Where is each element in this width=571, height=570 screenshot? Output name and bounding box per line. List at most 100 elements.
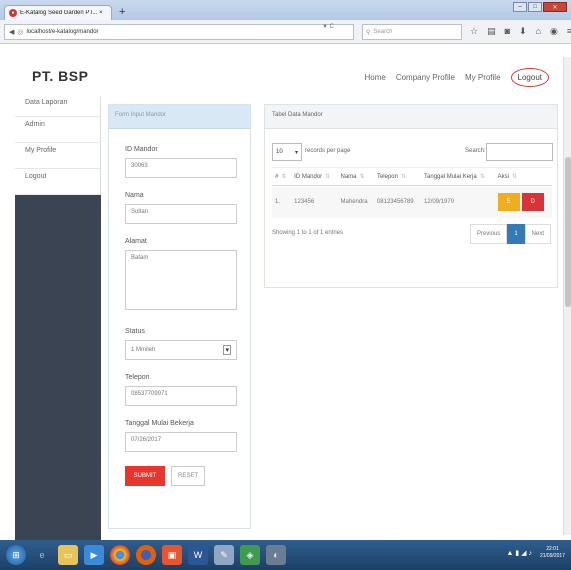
- form-panel: Form Input Mandor ID Mandor 30063 Nama S…: [108, 104, 251, 529]
- col-id-mandor[interactable]: ID Mandor ⇅: [291, 167, 338, 186]
- delete-button[interactable]: D: [521, 193, 544, 211]
- col-telepon[interactable]: Telepon ⇅: [373, 167, 422, 186]
- browser-tab-bar: ● E-Katalog Seed Garden PT... × + – □ ✕: [0, 0, 571, 20]
- page-scrollbar[interactable]: [563, 57, 571, 535]
- search-icon: ⚲: [366, 29, 371, 36]
- sidebar: Data Laporan Admin My Profile Logout: [15, 97, 101, 540]
- top-menu: Home Company Profile My Profile Logout: [364, 68, 549, 87]
- ie-icon[interactable]: e: [32, 545, 52, 565]
- word-icon[interactable]: W: [188, 545, 208, 565]
- maximize-icon[interactable]: □: [528, 2, 542, 12]
- browser-nav-bar: ◀ ◎ localhost/e-katalog/mandor ▼ C ⚲ Sea…: [0, 20, 571, 44]
- menu-logout[interactable]: Logout: [510, 68, 549, 87]
- records-per-page-select[interactable]: 10 ▾: [272, 143, 302, 161]
- clock-date: 21/09/2017: [539, 553, 565, 559]
- submit-button[interactable]: SUBMIT: [125, 466, 165, 486]
- edit-button[interactable]: E: [497, 193, 520, 211]
- pocket-icon[interactable]: ◙: [505, 26, 510, 37]
- firefox-icon[interactable]: [136, 545, 156, 565]
- table-row: 1. 123456 Mahendra 08123456789 12/09/197…: [272, 185, 552, 218]
- sort-icon: ⇅: [325, 174, 331, 180]
- scrollbar-thumb[interactable]: [565, 157, 571, 307]
- col-nama[interactable]: Nama ⇅: [337, 167, 374, 186]
- label-nama: Nama: [125, 192, 144, 199]
- input-nama[interactable]: Sultan: [125, 204, 237, 224]
- media-player-icon[interactable]: ▶: [84, 545, 104, 565]
- addon-icon[interactable]: ◉: [550, 26, 558, 37]
- clock-time: 22:01: [546, 546, 559, 552]
- pager-page-1[interactable]: 1: [507, 224, 525, 244]
- start-button-icon[interactable]: ⊞: [6, 545, 26, 565]
- table-panel: Tabel Data Mandor 10 ▾ records per page …: [264, 104, 558, 288]
- table-info: Showing 1 to 1 of 1 entries: [272, 230, 344, 236]
- chrome-icon[interactable]: [110, 545, 130, 565]
- select-status[interactable]: 1 Mmileh ▾: [125, 340, 237, 360]
- sidebar-item-data-laporan[interactable]: Data Laporan: [15, 97, 100, 117]
- chevron-down-icon: ▾: [294, 149, 298, 156]
- address-bar[interactable]: ◀ ◎ localhost/e-katalog/mandor: [4, 24, 354, 40]
- table-header-row: # ⇅ ID Mandor ⇅ Nama ⇅ Telepon ⇅ Tanggal Mul…: [272, 167, 552, 186]
- system-tray: ▲ ▮ ◢ ♪ 22:01 21/09/2017: [506, 546, 565, 560]
- input-telepon[interactable]: 08537709971: [125, 386, 237, 406]
- col-tanggal[interactable]: Tanggal Mulai Kerja ⇅: [421, 167, 495, 186]
- sort-icon: ⇅: [281, 174, 287, 180]
- pager-next[interactable]: Next: [524, 224, 551, 244]
- label-id-mandor: ID Mandor: [125, 146, 158, 153]
- sort-icon: ⇅: [479, 174, 485, 180]
- clock[interactable]: 22:01 21/09/2017: [540, 546, 565, 560]
- menu-company-profile[interactable]: Company Profile: [396, 73, 455, 82]
- sidebar-item-logout[interactable]: Logout: [15, 169, 100, 195]
- reading-list-icon[interactable]: ▤: [487, 26, 496, 37]
- cell-nama: Mahendra: [337, 185, 374, 218]
- label-tanggal-mulai: Tanggal Mulai Bekerja: [125, 420, 194, 427]
- textarea-alamat[interactable]: Batam: [125, 250, 237, 310]
- home-icon[interactable]: ⌂: [536, 26, 541, 37]
- tab-title: E-Katalog Seed Garden PT... ×: [20, 10, 103, 16]
- app-gray-icon[interactable]: ◐: [266, 545, 286, 565]
- input-id-mandor[interactable]: 30063: [125, 158, 237, 178]
- form-title: Form Input Mandor: [109, 105, 250, 129]
- col-no[interactable]: # ⇅: [272, 167, 292, 186]
- sort-icon: ⇅: [359, 174, 365, 180]
- sidebar-item-my-profile[interactable]: My Profile: [15, 143, 100, 169]
- sort-icon: ⇅: [400, 174, 406, 180]
- browser-tab[interactable]: ● E-Katalog Seed Garden PT... ×: [4, 5, 112, 20]
- explorer-icon[interactable]: ▭: [58, 545, 78, 565]
- app-green-icon[interactable]: ◈: [240, 545, 260, 565]
- table-search-label: Search:: [465, 148, 486, 154]
- table-search-input[interactable]: [486, 143, 553, 161]
- form-buttons: SUBMIT RESET: [125, 466, 234, 486]
- minimize-icon[interactable]: –: [513, 2, 527, 12]
- app-orange-icon[interactable]: ▣: [162, 545, 182, 565]
- tray-icons[interactable]: ▲ ▮ ◢ ♪: [506, 549, 532, 557]
- col-aksi[interactable]: Aksi ⇅: [494, 167, 552, 186]
- reset-button[interactable]: RESET: [171, 466, 205, 486]
- paint-icon[interactable]: ✎: [214, 545, 234, 565]
- cell-telepon: 08123456789: [373, 185, 422, 218]
- globe-icon: ◎: [17, 29, 24, 36]
- pagination: Previous 1 Next: [469, 224, 551, 244]
- label-alamat: Alamat: [125, 238, 147, 245]
- reload-icon[interactable]: ▼ C: [322, 24, 334, 30]
- records-per-page-label: records per page: [305, 148, 351, 154]
- sidebar-menu: Data Laporan Admin My Profile Logout: [15, 97, 101, 195]
- menu-home[interactable]: Home: [364, 73, 385, 82]
- sidebar-item-admin[interactable]: Admin: [15, 117, 100, 143]
- browser-search-placeholder: Search: [373, 29, 393, 35]
- back-icon[interactable]: ◀: [9, 28, 14, 36]
- input-tanggal-mulai[interactable]: 07/26/2017: [125, 432, 237, 452]
- cell-tanggal: 12/09/1970: [421, 185, 495, 218]
- download-icon[interactable]: ⬇: [519, 26, 527, 37]
- close-window-icon[interactable]: ✕: [543, 2, 567, 12]
- brand-logo[interactable]: PT. BSP: [32, 68, 88, 84]
- new-tab-button[interactable]: +: [119, 6, 125, 18]
- bookmark-star-icon[interactable]: ☆: [470, 26, 478, 37]
- pager-previous[interactable]: Previous: [469, 224, 508, 244]
- mandor-table: # ⇅ ID Mandor ⇅ Nama ⇅ Telepon ⇅ Tanggal Mul…: [272, 167, 552, 218]
- browser-search-box[interactable]: ⚲ Search: [362, 24, 462, 40]
- menu-hamburger-icon[interactable]: ≡: [567, 26, 571, 37]
- cell-aksi: E D: [494, 185, 552, 218]
- menu-my-profile[interactable]: My Profile: [465, 73, 501, 82]
- window-controls: – □ ✕: [513, 2, 567, 12]
- cell-id: 123456: [291, 185, 338, 218]
